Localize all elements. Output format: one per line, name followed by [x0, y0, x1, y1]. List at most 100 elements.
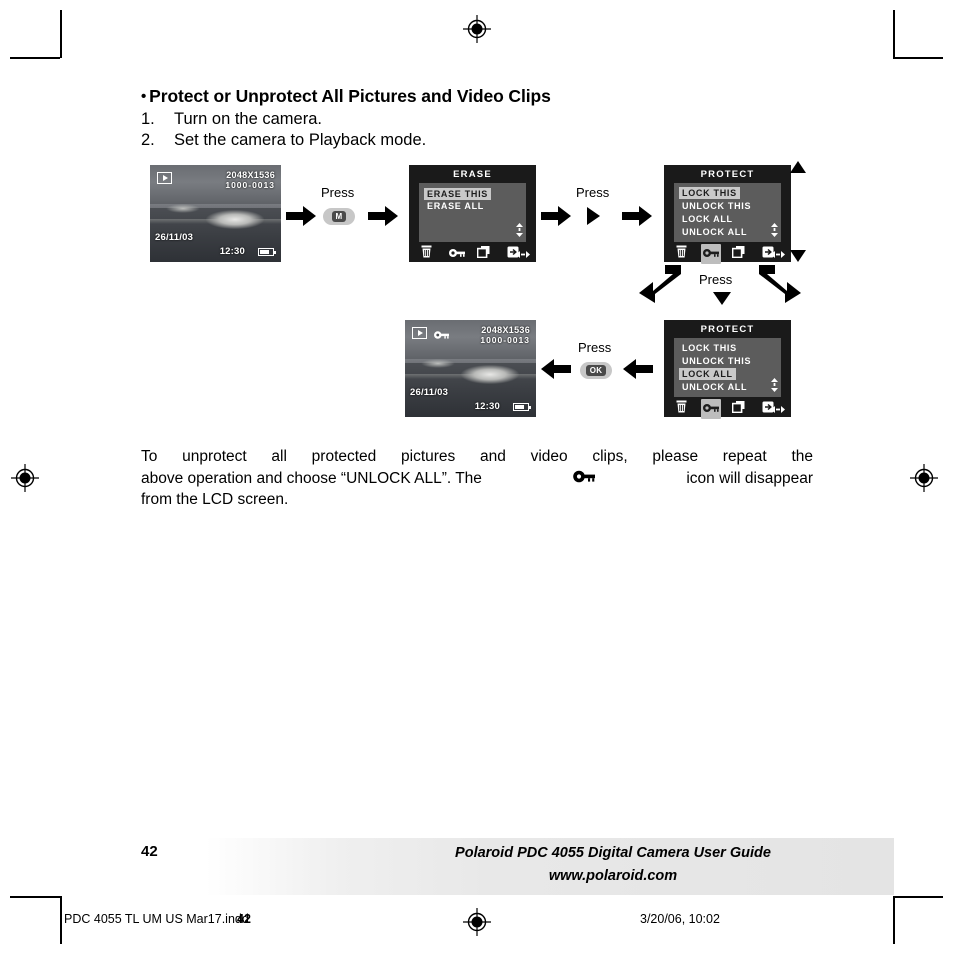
flow-arrow-bend-down-right	[757, 265, 801, 308]
menu-item-erase-all[interactable]: ERASE ALL	[424, 200, 487, 212]
key-icon	[573, 468, 596, 490]
resolution-label: 2048X1536	[226, 170, 275, 180]
ok-button[interactable]: OK	[580, 362, 612, 379]
battery-icon	[258, 248, 276, 256]
menu-toolbar	[664, 243, 791, 264]
paragraph-line-2: above operation and choose “UNLOCK ALL”.…	[141, 468, 813, 490]
trash-icon[interactable]	[421, 245, 432, 263]
key-icon[interactable]	[449, 245, 465, 263]
flow-arrow-left	[541, 359, 571, 384]
page-title-text: Protect or Unprotect All Pictures and Vi…	[149, 86, 551, 106]
down-direction-button-icon[interactable]	[713, 292, 731, 310]
scroll-arrows-icon	[516, 223, 523, 238]
print-slug-filename: PDC 4055 TL UM US Mar17.indd	[64, 912, 249, 926]
copy-icon[interactable]	[476, 245, 490, 263]
registration-mark-left	[10, 463, 40, 493]
scroll-arrows-icon	[771, 378, 778, 393]
resolution-label: 2048X1536	[481, 325, 530, 335]
menu-toolbar	[409, 245, 536, 262]
menu-item-unlock-all[interactable]: UNLOCK ALL	[679, 226, 750, 238]
file-number-label: 1000-0013	[225, 180, 275, 190]
flow-arrow-right	[286, 206, 316, 231]
photo-highlight-left	[420, 358, 455, 369]
mode-button[interactable]: M	[323, 208, 355, 225]
print-slug-timestamp: 3/20/06, 10:02	[640, 912, 720, 926]
registration-mark-bottom	[462, 907, 492, 937]
menu-item-lock-all[interactable]: LOCK ALL	[679, 213, 736, 225]
list-item: 2. Set the camera to Playback mode.	[141, 130, 813, 151]
press-label-mode: Press	[321, 185, 355, 200]
paragraph-line-3: from the LCD screen.	[141, 491, 289, 508]
lcd-screen-photo-start: 2048X1536 1000-0013 26/11/03 12:30	[150, 165, 281, 262]
step-text: Turn on the camera.	[174, 110, 322, 128]
menu-item-lock-this[interactable]: LOCK THIS	[679, 342, 740, 354]
mode-button-label: M	[331, 211, 347, 222]
lcd-screen-erase-menu: ERASE ERASE THIS ERASE ALL	[409, 165, 536, 262]
key-icon[interactable]	[701, 398, 721, 419]
registration-mark-top	[462, 14, 492, 44]
menu-item-unlock-all[interactable]: UNLOCK ALL	[679, 381, 750, 393]
time-label: 12:30	[474, 401, 500, 412]
menu-item-erase-this[interactable]: ERASE THIS	[424, 188, 492, 200]
registration-mark-right	[909, 463, 939, 493]
photo-highlight-left	[165, 203, 200, 214]
key-icon	[434, 327, 449, 345]
ok-button-label: OK	[585, 365, 607, 376]
menu-title: ERASE	[453, 169, 492, 180]
flow-arrow-right	[541, 206, 571, 231]
lcd-screen-photo-protected: 2048X1536 1000-0013 26/11/03 12:30	[405, 320, 536, 417]
left-right-arrows-icon	[771, 245, 785, 263]
page-title: • Protect or Unprotect All Pictures and V…	[141, 86, 813, 107]
right-direction-button-icon[interactable]	[587, 207, 600, 230]
left-right-arrows-icon	[516, 245, 530, 263]
flow-arrow-bend-down-left	[639, 265, 685, 308]
menu-item-lock-all[interactable]: LOCK ALL	[679, 368, 736, 380]
copy-icon[interactable]	[731, 400, 745, 418]
photo-highlight	[461, 364, 519, 384]
press-label-ok: Press	[578, 340, 612, 355]
menu-item-unlock-this[interactable]: UNLOCK THIS	[679, 200, 754, 212]
paragraph-line-2a: above operation and choose “UNLOCK ALL”.…	[141, 469, 482, 487]
scroll-up-marker-icon	[790, 160, 806, 178]
footer-title: Polaroid PDC 4055 Digital Camera User Gu…	[455, 845, 771, 861]
footer-website: www.polaroid.com	[548, 868, 678, 884]
bullet-glyph: •	[141, 88, 147, 105]
lcd-screen-protect-lock-all: PROTECT LOCK THIS UNLOCK THIS LOCK ALL U…	[664, 320, 791, 419]
playback-icon	[157, 172, 172, 184]
trash-icon[interactable]	[676, 245, 687, 263]
left-right-arrows-icon	[771, 400, 785, 418]
battery-icon	[513, 403, 531, 411]
manual-page: • Protect or Unprotect All Pictures and V…	[0, 0, 954, 954]
body-paragraph: To unprotect all protected pictures and …	[141, 446, 813, 511]
paragraph-line-1: To unprotect all protected pictures and …	[141, 448, 813, 465]
paragraph-line-2b: icon will disappear	[686, 469, 813, 487]
copy-icon[interactable]	[731, 245, 745, 263]
menu-title: PROTECT	[700, 324, 755, 335]
print-slug-page: 42	[237, 912, 251, 926]
photo-highlight	[206, 209, 264, 229]
scroll-arrows-icon	[771, 223, 778, 238]
flow-arrow-right	[368, 206, 398, 231]
flow-arrow-left	[623, 359, 653, 384]
menu-item-unlock-this[interactable]: UNLOCK THIS	[679, 355, 754, 367]
menu-title: PROTECT	[700, 169, 755, 180]
key-icon[interactable]	[701, 243, 721, 264]
time-label: 12:30	[219, 246, 245, 257]
date-label: 26/11/03	[410, 387, 449, 398]
step-text: Set the camera to Playback mode.	[174, 131, 427, 149]
step-list: 1. Turn on the camera. 2. Set the camera…	[141, 109, 813, 151]
section-content: • Protect or Unprotect All Pictures and V…	[141, 86, 813, 151]
step-number: 1.	[141, 110, 155, 128]
flow-arrow-right	[622, 206, 652, 231]
step-number: 2.	[141, 131, 155, 149]
lcd-screen-protect-lock-this: PROTECT LOCK THIS UNLOCK THIS LOCK ALL U…	[664, 165, 791, 264]
file-number-label: 1000-0013	[480, 335, 530, 345]
menu-toolbar	[664, 398, 791, 419]
press-label-down: Press	[699, 272, 733, 287]
menu-item-lock-this[interactable]: LOCK THIS	[679, 187, 740, 199]
list-item: 1. Turn on the camera.	[141, 109, 813, 130]
date-label: 26/11/03	[155, 232, 194, 243]
playback-icon	[412, 327, 427, 339]
trash-icon[interactable]	[676, 400, 687, 418]
press-label-right: Press	[576, 185, 610, 200]
